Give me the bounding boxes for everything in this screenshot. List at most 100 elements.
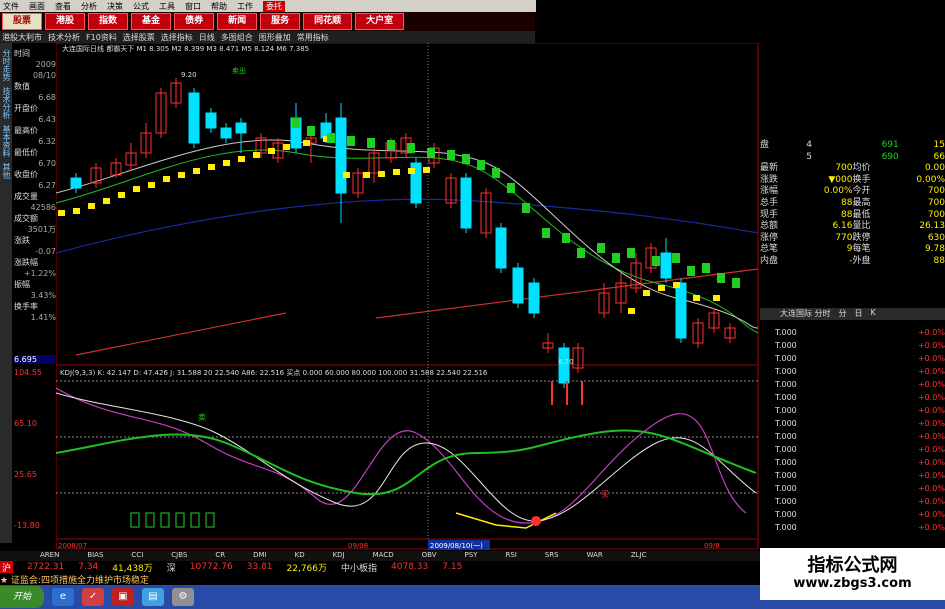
toolbar-common-indicators[interactable]: 常用指标 [297,32,329,43]
menu-work[interactable]: 工作 [237,1,253,12]
menu-formula[interactable]: 公式 [133,1,149,12]
menu-order[interactable]: 委托 [263,0,285,12]
tick-row: T.000 +0.0% [775,406,945,415]
kdj-j-line [56,429,757,496]
menu-view[interactable]: 画面 [29,1,45,12]
menu-see[interactable]: 查看 [55,1,71,12]
kdj-buy-dot [531,516,541,526]
indicator-tab[interactable]: DMI [253,551,267,561]
app-icon[interactable]: ✓ [82,588,104,606]
indicator-list: AREN BIAS CCI CJBS CR DMI KD KDJ MACD OBV PSY RSI SR… [0,551,800,561]
start-button[interactable]: 开始 [0,586,44,608]
info-value: 6.68 [38,93,56,102]
signal-yellow [343,172,350,178]
quote-value: 88 [933,255,945,266]
nav-bond-button[interactable]: 债券 [174,13,215,30]
side-tab-basic[interactable]: 基本资料 [1,125,12,157]
indicator-tab[interactable]: AREN [40,551,59,561]
order-book-cell: 66 [933,151,945,162]
stock-app-icon[interactable]: ▣ [112,588,134,606]
nav-bar: 股票 港股 指数 基金 债券 新闻 服务 同花顺 大户室 [0,12,535,31]
order-book-cell: 盘 [760,140,770,150]
tick-time: T.000 [775,458,797,467]
indicator-tab[interactable]: BIAS [87,551,103,561]
toolbar-select-indicator[interactable]: 选择指标 [161,32,193,43]
nav-service-button[interactable]: 服务 [260,13,301,30]
menu-help[interactable]: 帮助 [211,1,227,12]
signal-green [717,273,725,283]
tick-row: T.000 +0.0% [775,523,945,532]
quote-label: 最新 [760,163,779,174]
browser-icon[interactable]: e [52,588,74,606]
quote-value: 9 [846,244,853,255]
tick-tab-k[interactable]: K [871,308,876,320]
toolbar-multi-chart[interactable]: 多图组合 [221,32,253,43]
tick-row: T.000 +0.0% [775,458,945,467]
nav-stock-button[interactable]: 股票 [2,13,43,30]
quote-row: 总额 6.16 量比 26.13 [760,221,945,233]
tick-tab-day[interactable]: 日 [855,308,863,320]
indicator-tab[interactable]: MACD [373,551,394,561]
stock-chart[interactable]: 大连国际日线 都霸天下 M1 8.305 M2 8.399 M3 8.471 M… [56,43,760,551]
menu-window[interactable]: 窗口 [185,1,201,12]
indicator-tab[interactable]: SRS [545,551,559,561]
toolbar-tech-analysis[interactable]: 技术分析 [48,32,80,43]
toolbar-hk-market[interactable]: 港股大利市 [2,32,42,43]
indicator-tab[interactable]: KDJ [333,551,345,561]
side-tab-tech[interactable]: 技术分析 [1,87,12,119]
menu-tools[interactable]: 工具 [159,1,175,12]
signal-green [577,248,585,258]
side-tab-other[interactable]: 其他 [1,163,12,179]
nav-news-button[interactable]: 新闻 [217,13,258,30]
ma-long-line [56,198,759,254]
side-tab-timeshare[interactable]: 分时走势 [1,49,12,81]
signal-yellow [693,295,700,301]
menu-analysis[interactable]: 分析 [81,1,97,12]
indicator-tab[interactable]: KD [295,551,305,561]
signal-green [307,126,315,136]
indicator-tab[interactable]: OBV [422,551,437,561]
indicator-tab[interactable]: RSI [505,551,516,561]
indicator-axis-tick: 104.55 [14,368,42,377]
toolbar-select-stock[interactable]: 选择股票 [123,32,155,43]
toolbar-overlay[interactable]: 图形叠加 [259,32,291,43]
nav-hk-button[interactable]: 港股 [45,13,86,30]
news-marquee[interactable]: ★ 证监会:四项措施全力维护市场稳定 [0,573,760,586]
tick-title: 大连国际 分时 [780,309,831,318]
nav-ths-button[interactable]: 同花顺 [303,13,353,30]
ticker-sme-value: 4078.33 [391,562,429,572]
quote-label: 总笔 [760,244,779,255]
indicator-tab[interactable]: WAR [587,551,603,561]
quote-panel: 盘 4 691 15 5 690 66 最新 700 均价 0.00 涨跌 ▼000 换手 0.00% 涨幅 0… [760,140,945,268]
nav-index-button[interactable]: 指数 [88,13,129,30]
signal-green [562,233,570,243]
quote-value: 0.00% [823,186,853,197]
toolbar-f10[interactable]: F10资料 [86,32,117,43]
kdj-red-bar [566,381,568,405]
signal-green [447,150,455,160]
tick-time: T.000 [775,497,797,506]
signal-green [427,148,435,158]
indicator-tab[interactable]: CJBS [171,551,187,561]
toolbar-daily[interactable]: 日线 [199,32,215,43]
signal-yellow [223,160,230,166]
tick-tab-min[interactable]: 分 [839,308,847,320]
menu-decision[interactable]: 决策 [107,1,123,12]
price-low-label: 6.70 [558,358,574,366]
nav-fund-button[interactable]: 基金 [131,13,172,30]
indicator-tab[interactable]: PSY [465,551,478,561]
signal-yellow [118,192,125,198]
settings-icon[interactable]: ⚙ [172,588,194,606]
folder-icon[interactable]: ▤ [142,588,164,606]
indicator-tab[interactable]: ZLJC [631,551,647,561]
indicator-tab[interactable]: CR [215,551,225,561]
ticker-sz-label: 深 [166,563,176,574]
quote-row: 最新 700 均价 0.00 [760,163,945,175]
indicator-tab[interactable]: CCI [131,551,143,561]
tick-change: +0.0% [917,458,945,467]
nav-vip-button[interactable]: 大户室 [355,13,405,30]
menu-file[interactable]: 文件 [3,1,19,12]
kdj-red-bar [551,381,553,405]
signal-yellow [73,208,80,214]
tick-time: T.000 [775,380,797,389]
